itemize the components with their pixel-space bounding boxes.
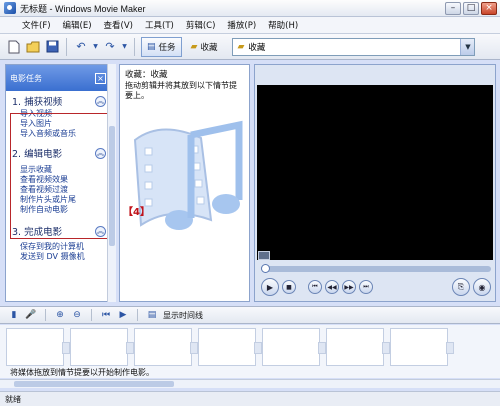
status-text: 就绪: [5, 394, 21, 404]
storyboard-slot[interactable]: [70, 328, 134, 366]
play-icon[interactable]: ▶: [261, 278, 279, 296]
collections-folder-icon: ▰: [190, 41, 198, 52]
storyboard-slot[interactable]: [262, 328, 326, 366]
storyboard-slot[interactable]: [326, 328, 390, 366]
menu-tools[interactable]: 工具(T): [145, 19, 174, 31]
redo-icon[interactable]: ↷: [102, 39, 118, 55]
maximize-button[interactable]: □: [463, 1, 479, 15]
previous-frame-icon[interactable]: ◀◀: [325, 280, 339, 294]
collection-dropdown[interactable]: ▰ 收藏 ▼: [232, 37, 476, 56]
menu-help[interactable]: 帮助(H): [268, 19, 298, 31]
show-timeline-button[interactable]: 显示时间线: [163, 310, 203, 321]
storyboard-slot[interactable]: [6, 328, 70, 366]
main-toolbar: ↶ ▼ ↷ ▼ ▤ 任务 ▰ 收藏 ▰ 收藏 ▼: [0, 34, 500, 60]
rewind-icon[interactable]: ⏮: [308, 280, 322, 294]
undo-icon[interactable]: ↶: [73, 39, 89, 55]
menu-clip[interactable]: 剪辑(C): [186, 19, 216, 31]
collections-button[interactable]: ▰ 收藏: [185, 37, 224, 57]
open-project-icon[interactable]: [25, 39, 41, 55]
narrate-microphone-icon[interactable]: 🎤: [25, 309, 37, 321]
toolbar-divider: [66, 37, 67, 56]
stop-icon[interactable]: ■: [282, 280, 296, 294]
collection-description: 拖动剪辑并将其放到以下情节提要上。: [125, 81, 237, 100]
toolbar-divider: [137, 309, 138, 321]
menu-view[interactable]: 查看(V): [104, 19, 133, 31]
tasks-label: 任务: [158, 42, 176, 53]
zoom-out-icon[interactable]: ⊖: [71, 309, 83, 321]
toolbar-divider: [45, 309, 46, 321]
audio-levels-icon[interactable]: ▮: [8, 309, 20, 321]
menu-bar: 文件(F) 编辑(E) 查看(V) 工具(T) 剪辑(C) 播放(P) 帮助(H…: [0, 17, 500, 34]
collection-folder-icon: ▰: [237, 41, 245, 52]
storyboard-scrollbar[interactable]: [0, 379, 500, 388]
storyboard-slot[interactable]: [134, 328, 198, 366]
window-title: 无标题 - Windows Movie Maker: [20, 3, 146, 14]
task-link-save-to-computer[interactable]: 保存到我的计算机: [6, 242, 110, 252]
storyboard-toolbar: ▮ 🎤 ⊕ ⊖ ⏮ ▶ ▤ 显示时间线: [0, 306, 500, 324]
new-project-icon[interactable]: [6, 39, 22, 55]
seek-bar[interactable]: [261, 264, 491, 273]
next-frame-icon[interactable]: ▶▶: [342, 280, 356, 294]
movie-maker-app-icon: [4, 2, 16, 14]
rewind-storyboard-icon[interactable]: ⏮: [100, 309, 112, 321]
collection-value: 收藏: [248, 42, 266, 53]
collection-title: 收藏：收藏: [125, 70, 168, 80]
close-button[interactable]: ×: [481, 1, 497, 15]
tasks-button[interactable]: ▤ 任务: [141, 36, 182, 57]
section-number: 1.: [12, 97, 22, 108]
menu-edit[interactable]: 编辑(E): [63, 19, 92, 31]
save-project-icon[interactable]: [44, 39, 60, 55]
fullscreen-icon[interactable]: [258, 251, 270, 260]
film-music-illustration-icon: [133, 120, 243, 230]
split-clip-icon[interactable]: ⎘: [452, 278, 470, 296]
fast-forward-icon[interactable]: ⏭: [359, 280, 373, 294]
toolbar-divider: [91, 309, 92, 321]
take-picture-icon[interactable]: ◉: [473, 278, 491, 296]
task-pane-title: 电影任务: [10, 73, 42, 83]
timeline-icon[interactable]: ▤: [146, 309, 158, 321]
undo-dropdown-icon[interactable]: ▼: [92, 39, 99, 55]
status-bar: 就绪: [0, 391, 500, 406]
collections-label: 收藏: [200, 42, 218, 53]
scrollbar-thumb[interactable]: [14, 381, 174, 387]
collapse-icon[interactable]: ︽: [95, 95, 106, 107]
chevron-down-icon[interactable]: ▼: [460, 38, 475, 55]
minimize-button[interactable]: –: [445, 1, 461, 15]
menu-play[interactable]: 播放(P): [227, 19, 256, 31]
task-pane-scrollbar[interactable]: [107, 64, 116, 302]
step-callout: 【4】: [123, 207, 150, 218]
seek-knob[interactable]: [261, 264, 270, 273]
task-pane-header: 电影任务 ×: [6, 65, 110, 91]
toolbar-divider: [134, 37, 135, 56]
title-bar: 无标题 - Windows Movie Maker – □ ×: [0, 0, 500, 17]
section-capture-video[interactable]: 1. 捕获视频 ︽: [6, 91, 110, 109]
storyboard-hint: 将媒体拖放到情节提要以开始制作电影。: [10, 368, 154, 377]
close-icon[interactable]: ×: [95, 72, 106, 84]
menu-file[interactable]: 文件(F): [22, 19, 51, 31]
redo-dropdown-icon[interactable]: ▼: [121, 39, 128, 55]
annotation-highlight-box: [10, 113, 112, 239]
scrollbar-thumb[interactable]: [109, 126, 115, 246]
preview-monitor: ▶ ■ ⏮ ◀◀ ▶▶ ⏭ ⎘ ◉: [254, 64, 496, 302]
section-title: 捕获视频: [24, 97, 63, 108]
storyboard-slot[interactable]: [198, 328, 262, 366]
zoom-in-icon[interactable]: ⊕: [54, 309, 66, 321]
playback-controls: ▶ ■ ⏮ ◀◀ ▶▶ ⏭ ⎘ ◉: [261, 277, 491, 297]
tasks-icon: ▤: [147, 41, 156, 52]
task-link-send-to-dv[interactable]: 发送到 DV 摄像机: [6, 252, 110, 262]
play-storyboard-icon[interactable]: ▶: [117, 309, 129, 321]
storyboard-slot[interactable]: [390, 328, 454, 366]
video-preview-screen: [257, 85, 493, 260]
